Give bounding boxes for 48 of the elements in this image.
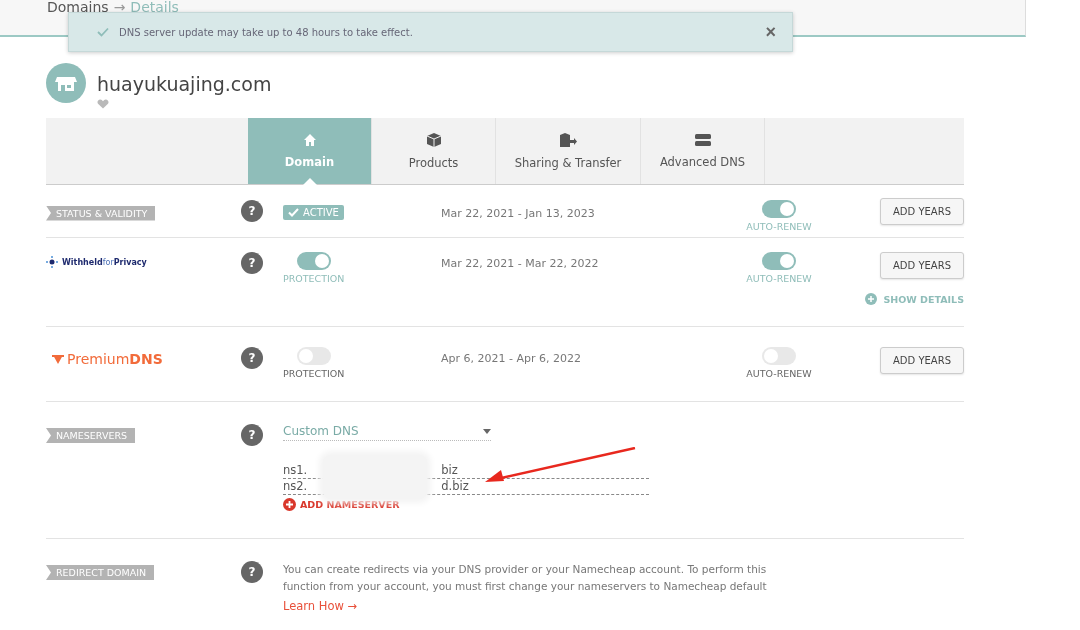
breadcrumb-link[interactable]: Domains (47, 0, 109, 14)
toggle-label: AUTO-RENEW (746, 368, 812, 379)
plus-icon (865, 293, 878, 305)
add-nameserver-link[interactable]: ADD NAMESERVER (283, 498, 834, 511)
premium-dns-logo: PremiumDNS (46, 347, 163, 367)
caret-icon (483, 428, 491, 434)
redirect-description: You can create redirects via your DNS provider or your Namecheap account. To perform this function from your account, you must first change your nameservers to Namecheap default (283, 562, 768, 594)
date-range: Mar 22, 2021 - Jan 13, 2023 (441, 206, 595, 220)
section-label: REDIRECT DOMAIN (46, 565, 155, 580)
breadcrumb-current: Details (130, 0, 179, 14)
toast-message: DNS server update may take up to 48 hours to take effect. (119, 26, 414, 38)
date-range: Mar 22, 2021 - Mar 22, 2022 (441, 257, 599, 270)
tab[interactable]: Products (372, 118, 496, 184)
section-label: STATUS & VALIDITY (46, 205, 156, 221)
learn-how-link[interactable]: Learn How → (283, 599, 358, 613)
toggle-label: AUTO-RENEW (746, 273, 812, 284)
house-icon (302, 133, 317, 147)
protection-toggle[interactable] (296, 252, 331, 270)
domain-name: huayukuajing.com (97, 73, 272, 95)
store-icon (46, 63, 86, 103)
plus-icon (283, 498, 296, 511)
add-years-button[interactable]: ADD YEARS (880, 347, 964, 374)
section-label: NAMESERVERS (46, 428, 136, 443)
auto-renew-toggle[interactable] (762, 200, 796, 218)
heart-icon[interactable] (97, 99, 109, 109)
box-icon (425, 132, 442, 148)
check-icon (97, 27, 109, 37)
help-icon[interactable]: ? (241, 347, 263, 369)
toggle-label: PROTECTION (283, 368, 345, 379)
toggle-label: AUTO-RENEW (746, 221, 812, 232)
tab[interactable]: Advanced DNS (641, 118, 765, 184)
add-years-button[interactable]: ADD YEARS (880, 197, 964, 225)
help-icon[interactable]: ? (241, 424, 263, 446)
server-icon (693, 133, 712, 147)
tab[interactable]: Sharing & Transfer (496, 118, 641, 184)
add-years-button[interactable]: ADD YEARS (880, 252, 964, 279)
breadcrumb-separator: → (113, 0, 126, 14)
status-badge: ACTIVE (283, 204, 344, 220)
help-icon[interactable]: ? (241, 200, 263, 222)
building-arrow-icon (559, 132, 577, 148)
auto-renew-toggle[interactable] (762, 252, 796, 270)
help-icon[interactable]: ? (241, 252, 263, 274)
help-icon[interactable]: ? (241, 561, 263, 583)
tab-pointer (302, 178, 317, 185)
date-range: Apr 6, 2021 - Apr 6, 2022 (441, 352, 581, 365)
privacy-logo: WithheldforPrivacy (46, 252, 147, 268)
toggle-label: PROTECTION (283, 273, 345, 284)
close-button[interactable]: × (761, 21, 780, 43)
